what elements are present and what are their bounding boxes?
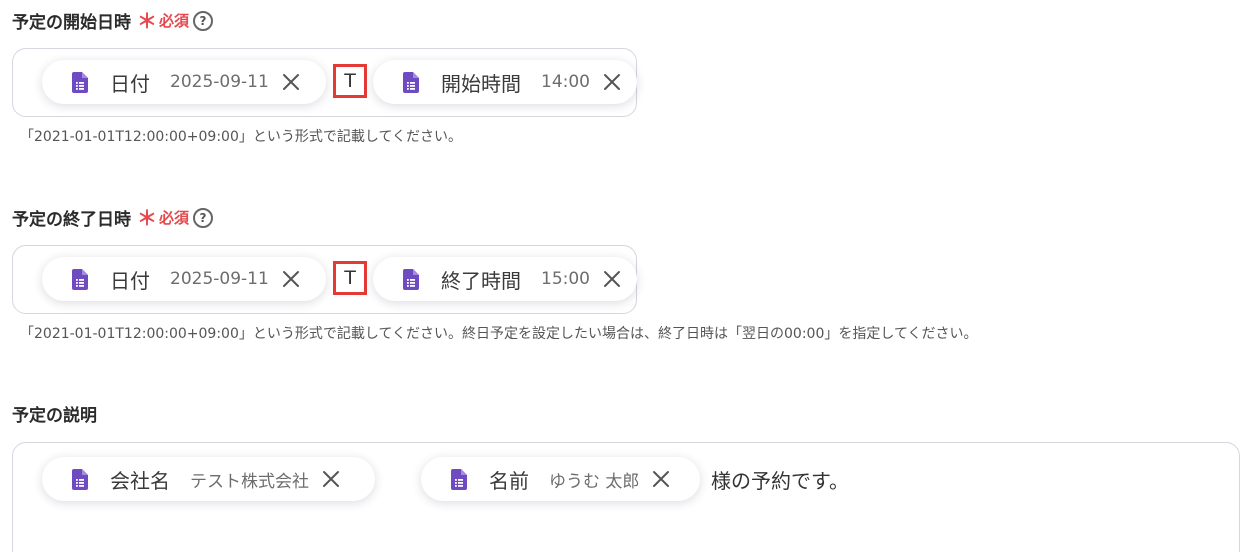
document-icon: [72, 71, 88, 93]
description-label: 予定の説明: [12, 401, 97, 426]
document-icon: [403, 268, 419, 290]
help-icon[interactable]: ?: [193, 207, 214, 228]
required-text: 必須: [159, 12, 190, 30]
end-date-chip[interactable]: 日付 2025-09-11: [42, 257, 326, 301]
close-icon[interactable]: [602, 72, 622, 92]
chip-label: 日付: [110, 71, 150, 96]
start-time-chip[interactable]: 開始時間 14:00: [373, 60, 637, 104]
chip-value: 2025-09-11: [170, 269, 269, 289]
close-icon[interactable]: [651, 469, 671, 489]
chip-value: 15:00: [541, 269, 590, 289]
document-icon: [72, 468, 88, 490]
start-datetime-label: 予定の開始日時 ＊ 必須 ?: [12, 8, 214, 33]
document-icon: [403, 71, 419, 93]
chip-label: 終了時間: [441, 268, 521, 293]
close-icon[interactable]: [321, 469, 341, 489]
required-mark: ＊: [137, 8, 157, 33]
chip-label: 日付: [110, 268, 150, 293]
close-icon[interactable]: [602, 269, 622, 289]
name-chip[interactable]: 名前 ゆうむ 太郎: [421, 457, 700, 501]
end-time-chip[interactable]: 終了時間 15:00: [373, 257, 637, 301]
chip-value: 2025-09-11: [170, 72, 269, 92]
description-suffix-text: 様の予約です。: [711, 469, 849, 493]
separator-t: T: [333, 261, 367, 295]
chip-label: 会社名: [110, 468, 170, 493]
required-mark: ＊: [137, 205, 157, 230]
start-datetime-title: 予定の開始日時: [12, 13, 131, 33]
start-date-chip[interactable]: 日付 2025-09-11: [42, 60, 326, 104]
chip-value: 14:00: [541, 72, 590, 92]
chip-value: ゆうむ 太郎: [549, 471, 640, 492]
company-chip[interactable]: 会社名 テスト株式会社: [42, 457, 375, 501]
close-icon[interactable]: [281, 269, 301, 289]
end-datetime-title: 予定の終了日時: [12, 210, 131, 230]
start-datetime-hint: 「2021-01-01T12:00:00+09:00」という形式で記載してくださ…: [20, 129, 463, 145]
end-datetime-label: 予定の終了日時 ＊ 必須 ?: [12, 205, 214, 230]
description-title: 予定の説明: [12, 406, 97, 426]
end-datetime-hint: 「2021-01-01T12:00:00+09:00」という形式で記載してくださ…: [20, 326, 978, 342]
document-icon: [451, 468, 467, 490]
separator-t: T: [333, 64, 367, 98]
chip-label: 開始時間: [441, 71, 521, 96]
chip-label: 名前: [489, 468, 529, 493]
required-text: 必須: [159, 209, 190, 227]
help-icon[interactable]: ?: [193, 10, 214, 31]
chip-value: テスト株式会社: [190, 471, 309, 492]
page: 予定の開始日時 ＊ 必須 ? 日付 2025-09-11 T 開始時間 14:0…: [0, 0, 1247, 552]
close-icon[interactable]: [281, 72, 301, 92]
document-icon: [72, 268, 88, 290]
